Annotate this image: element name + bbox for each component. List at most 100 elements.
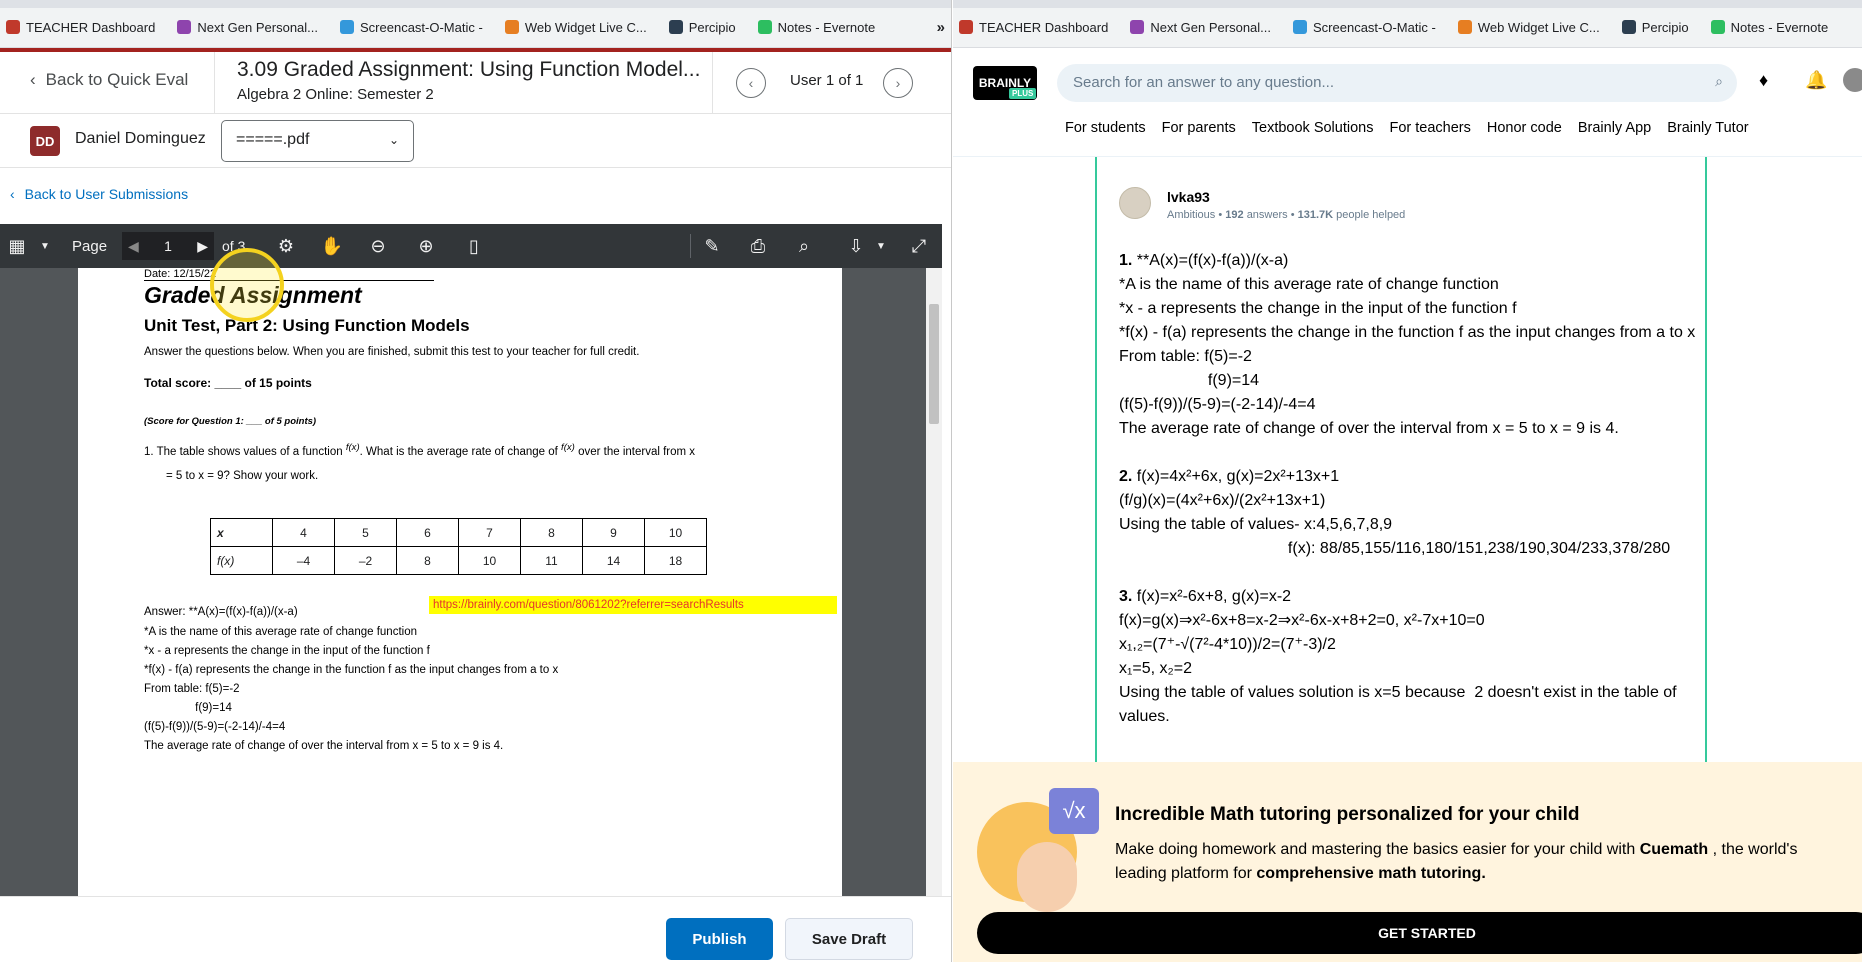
bookmark-item[interactable]: Web Widget Live C... [1457, 19, 1600, 35]
page-title: 3.09 Graded Assignment: Using Function M… [237, 58, 701, 81]
table-cell: 14 [582, 546, 645, 575]
pdf-brainly-link[interactable]: https://brainly.com/question/8061202?ref… [429, 596, 837, 614]
bookmarks-bar: TEACHER Dashboard Next Gen Personal... Scr… [953, 0, 1862, 48]
teacher-dashboard-icon [959, 20, 973, 34]
chevron-down-icon[interactable]: ▼ [874, 224, 888, 268]
gear-icon[interactable]: ⚙ [274, 224, 298, 268]
bookmark-label: Web Widget Live C... [1477, 19, 1600, 35]
bookmark-item[interactable]: TEACHER Dashboard [6, 20, 155, 35]
table-cell: 10 [458, 546, 521, 575]
thumbnails-icon[interactable]: ▦ [6, 224, 28, 268]
print-icon[interactable]: ⎙ [746, 224, 770, 268]
chevron-left-icon: ‹ [748, 75, 754, 91]
publish-button[interactable]: Publish [666, 918, 773, 960]
bookmark-label: Percipio [688, 19, 736, 35]
profile-avatar-icon[interactable] [1843, 68, 1862, 92]
kid-face [1017, 842, 1077, 912]
fit-page-icon[interactable]: ▯ [462, 224, 486, 268]
bookmark-label: Screencast-O-Matic - [360, 19, 483, 35]
answer-line: *A is the name of this average rate of c… [1119, 276, 1499, 293]
save-draft-button[interactable]: Save Draft [785, 918, 913, 960]
assignment-header: ‹ Back to Quick Eval 3.09 Graded Assignm… [0, 52, 951, 114]
zoom-out-icon[interactable]: ⊖ [366, 224, 390, 268]
search-icon[interactable]: ⌕ [1715, 73, 1723, 90]
nav-link[interactable]: Brainly App [1578, 120, 1651, 136]
search-input[interactable]: Search for an answer to any question... … [1057, 64, 1737, 102]
q1-fx-2: f(x) [561, 442, 575, 453]
tab-strip [953, 0, 1862, 8]
pdf-question-1-line-2: = 5 to x = 9? Show your work. [166, 470, 319, 482]
header-divider [214, 52, 215, 114]
q1-text-b: . What is the average rate of change of [359, 445, 558, 458]
page-number-input[interactable]: ◀ 1 ▶ [122, 232, 214, 260]
back-to-quick-eval-link[interactable]: ‹ Back to Quick Eval [30, 70, 188, 90]
scrollbar-thumb[interactable] [929, 304, 939, 424]
table-cell: f(x) [210, 546, 273, 575]
nav-link[interactable]: For parents [1162, 120, 1236, 136]
answer-line: x₁=5, x₂=2 [1119, 660, 1192, 677]
hand-tool-icon[interactable]: ✋ [320, 224, 344, 268]
nav-link[interactable]: For teachers [1389, 120, 1470, 136]
percipio-icon [668, 20, 683, 34]
fullscreen-icon[interactable]: ⤢ [906, 224, 932, 268]
bookmark-item[interactable]: Percipio [668, 19, 736, 35]
bookmark-label: Notes - Evernote [1730, 19, 1829, 35]
answerer-answers-label: answers [1246, 209, 1288, 221]
answer-line [1119, 561, 1709, 585]
answerer-avatar[interactable] [1119, 187, 1151, 219]
previous-user-button[interactable]: ‹ [736, 68, 766, 98]
search-icon[interactable]: ⌕ [792, 224, 816, 268]
bookmark-item[interactable]: Notes - Evernote [757, 20, 875, 35]
chevron-down-icon: ⌄ [388, 133, 399, 147]
bookmark-item[interactable]: Web Widget Live C... [504, 19, 647, 35]
file-select[interactable]: =====.pdf ⌄ [221, 120, 414, 162]
download-icon[interactable]: ⇩ [842, 224, 870, 268]
table-cell: x [210, 518, 273, 547]
bookmark-label: Screencast-O-Matic - [1313, 19, 1436, 35]
table-cell: 8 [520, 518, 583, 547]
promo-title: Incredible Math tutoring personalized fo… [1115, 804, 1580, 825]
next-user-button[interactable]: › [883, 68, 913, 98]
next-page-icon[interactable]: ▶ [197, 238, 208, 255]
nav-link[interactable]: Honor code [1487, 120, 1562, 136]
get-started-button[interactable]: GET STARTED [977, 912, 1862, 954]
answer-line: *x - a represents the change in the inpu… [1119, 300, 1517, 317]
pdf-viewer[interactable]: Date: 12/15/22 Graded Assignment Unit Te… [0, 268, 942, 896]
answerer-helped-label: people helped [1336, 209, 1406, 221]
promo-brand: Cuemath [1639, 841, 1709, 858]
bookmark-item[interactable]: Screencast-O-Matic - [1293, 20, 1436, 35]
answerer-helped: 131.7K [1297, 209, 1334, 221]
cursor-highlight [210, 248, 284, 322]
nav-link[interactable]: Brainly Tutor [1667, 120, 1748, 136]
bookmark-label: TEACHER Dashboard [26, 19, 156, 35]
bookmark-item[interactable]: Percipio [1621, 20, 1689, 35]
bookmark-item[interactable]: Screencast-O-Matic - [340, 20, 483, 35]
answer-line: 1. **A(x)=(f(x)-f(a))/(x-a) [1119, 252, 1289, 269]
bell-icon[interactable]: 🔔 [1805, 70, 1827, 91]
bookmark-item[interactable]: Next Gen Personal... [177, 20, 318, 35]
answerer-name[interactable]: lvka93 [1167, 189, 1210, 205]
nav-link[interactable]: Textbook Solutions [1252, 120, 1374, 136]
pdf-scrollbar[interactable] [926, 268, 942, 896]
bookmark-label: Web Widget Live C... [524, 19, 647, 35]
bookmarks-bar: TEACHER Dashboard Next Gen Personal... Scr… [0, 0, 951, 48]
nav-link[interactable]: For students [1065, 120, 1146, 136]
answer-line: From table: f(5)=-2 [1119, 348, 1252, 365]
back-to-user-submissions-link[interactable]: ‹ Back to User Submissions [10, 186, 188, 202]
chevron-down-icon[interactable]: ▼ [38, 224, 52, 268]
previous-page-icon[interactable]: ◀ [128, 238, 139, 255]
answerer-rank: Ambitious [1167, 209, 1216, 221]
bookmark-item[interactable]: TEACHER Dashboard [959, 20, 1108, 35]
more-bookmarks-icon[interactable]: » [937, 19, 945, 36]
evernote-icon [1710, 20, 1725, 34]
bookmark-item[interactable]: Next Gen Personal... [1130, 20, 1271, 35]
table-cell: 11 [520, 546, 583, 575]
user-row: DD Daniel Dominguez =====.pdf ⌄ [0, 114, 951, 168]
promo-text-bold: comprehensive math tutoring. [1256, 865, 1486, 882]
bookmark-item[interactable]: Notes - Evernote [1710, 19, 1829, 35]
zoom-in-icon[interactable]: ⊕ [414, 224, 438, 268]
teacher-dashboard-icon [6, 20, 20, 34]
diamond-icon[interactable]: ♦ [1759, 70, 1768, 91]
annotate-pen-icon[interactable]: ✎ [700, 224, 724, 268]
answer-line: 2. f(x)=4x²+6x, g(x)=2x²+13x+1 [1119, 468, 1340, 485]
